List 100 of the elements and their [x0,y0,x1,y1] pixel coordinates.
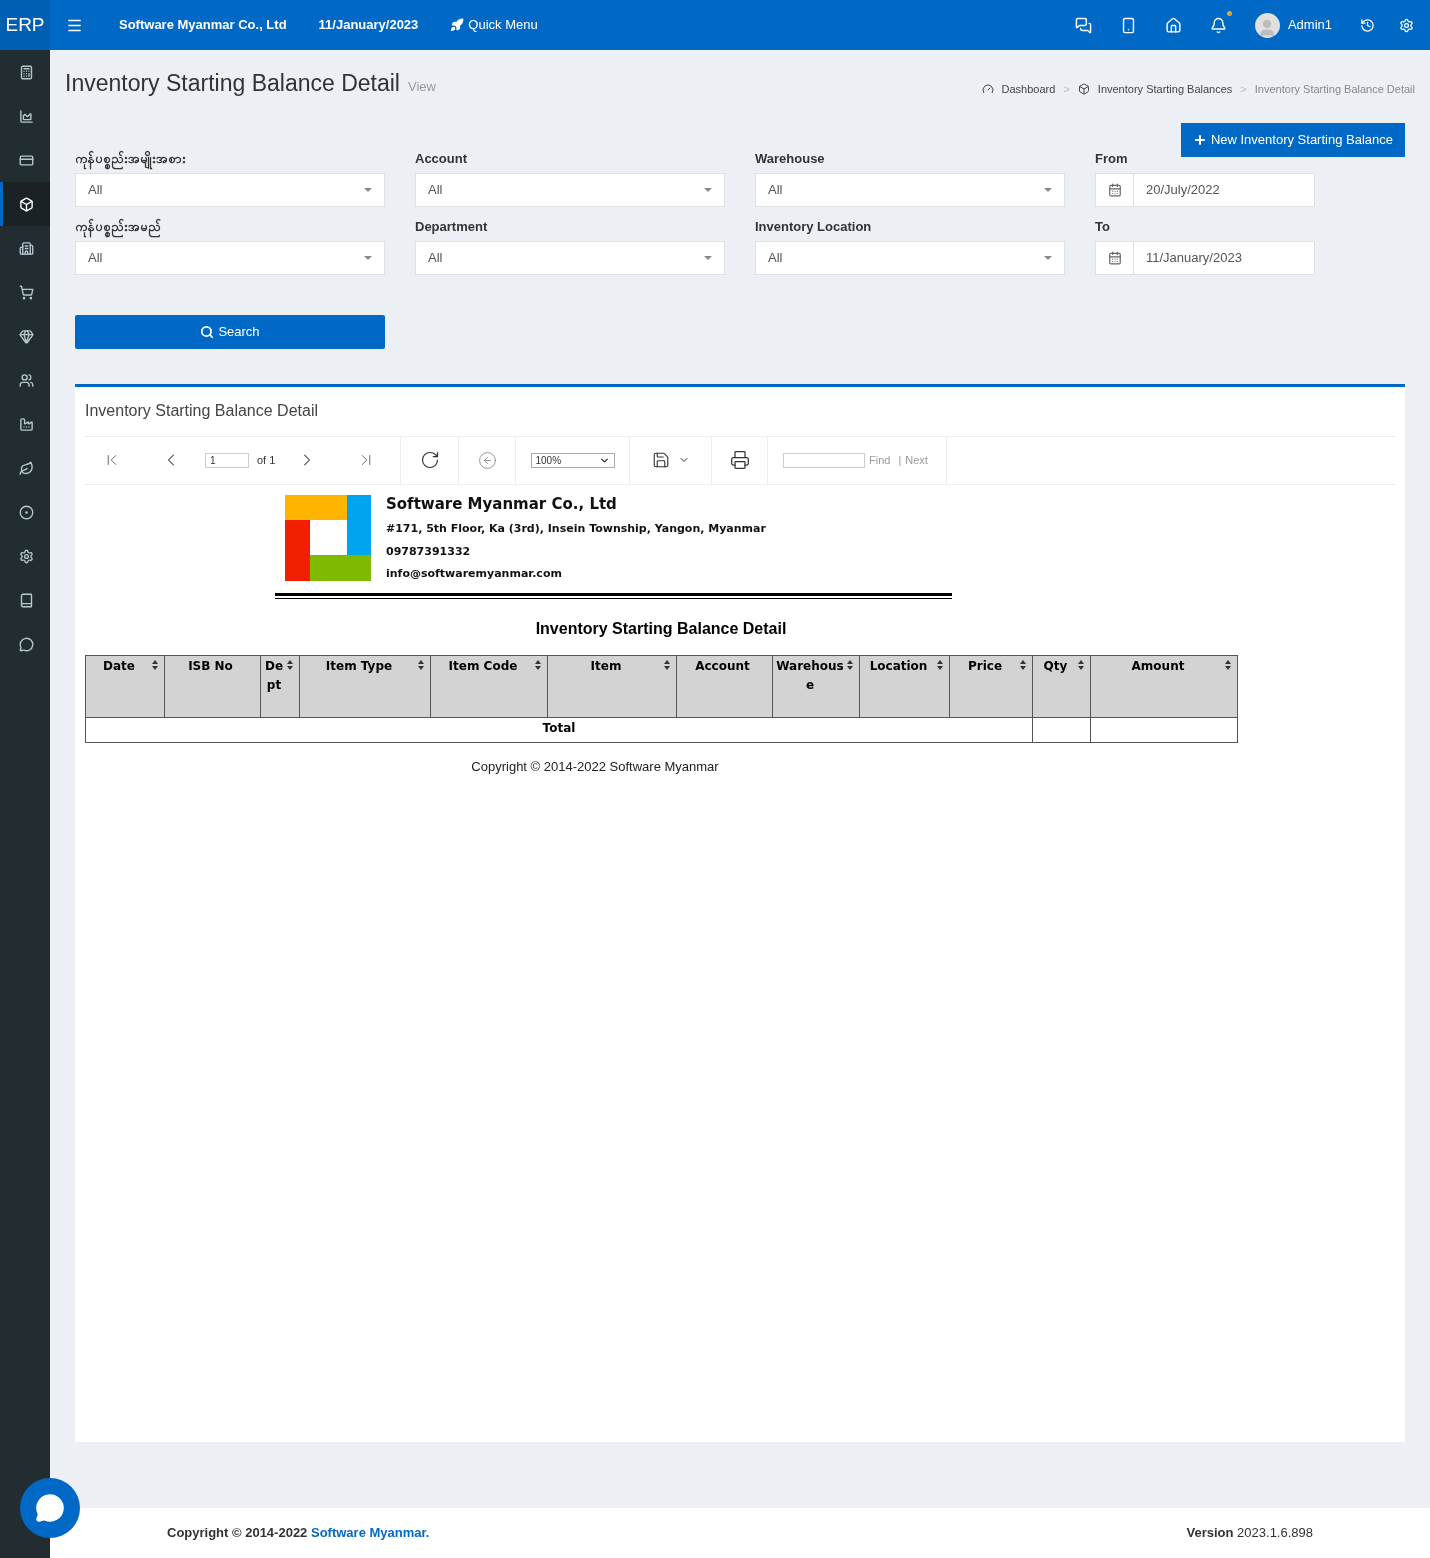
save-icon[interactable] [651,451,670,469]
refresh-icon[interactable] [419,450,440,470]
total-qty-cell [1032,717,1091,742]
leaf-icon [19,460,34,476]
card-icon [19,152,34,168]
filter-select[interactable]: All [75,240,385,275]
filter-label: Account [415,149,468,168]
page-title: Inventory Starting Balance Detail [65,69,400,98]
breadcrumb-item: Inventory Starting Balance Detail [1254,82,1415,97]
new-balance-button[interactable]: New Inventory Starting Balance [1180,122,1405,157]
box-icon [1077,83,1090,96]
calculator-icon [19,64,34,80]
rocket-icon [450,18,465,32]
caret-icon [704,187,712,192]
company-name: Software Myanmar Co., Ltd [119,16,287,35]
breadcrumb-item[interactable]: Dashboard [1001,81,1056,98]
filter-label: Department [415,217,489,236]
company-address: #171, 5th Floor, Ka (3rd), Insein Township, Yangon, Myanmar [386,521,766,537]
app-logo[interactable]: ERP [0,0,50,50]
settings-icon[interactable] [1399,17,1414,33]
company-email: info@softwaremyanmar.com [386,566,563,582]
column-header[interactable]: Item Code [430,655,548,717]
user-name[interactable]: Admin1 [1287,15,1332,35]
company-name: Software Myanmar Co., Ltd [386,493,618,515]
date-field[interactable]: 20/July/2022 [1095,172,1315,207]
sort-icon[interactable] [1225,659,1231,670]
back-icon[interactable] [477,450,497,470]
column-header[interactable]: Item [547,655,677,717]
factory-icon [19,416,34,432]
filter-select[interactable]: All [415,240,725,275]
chat-icon [19,636,34,652]
filter-select[interactable]: All [415,172,725,207]
area-chart-icon [19,108,34,124]
sidebar-item[interactable] [0,182,50,226]
avatar[interactable] [1254,12,1280,38]
sort-icon[interactable] [664,659,670,670]
filter-label: ကုန်ပစ္စည်းအမျိုးအစား [75,148,385,169]
sort-icon[interactable] [418,659,424,670]
page-count: of 1 [257,452,276,468]
sort-icon[interactable] [937,659,943,670]
calendar-icon [1107,250,1122,265]
box-icon [19,196,34,212]
filter-label: Warehouse [755,149,826,168]
column-header[interactable]: Date [85,655,165,717]
building-icon [19,240,34,256]
page-number-field[interactable]: 1 [205,452,249,468]
caret-icon [364,187,372,192]
filter-label: From [1095,149,1129,168]
column-header[interactable]: Price [949,655,1033,717]
quick-menu-link[interactable]: Quick Menu [450,15,538,35]
filter-label: To [1095,217,1111,236]
sort-icon[interactable] [535,659,541,670]
column-header[interactable]: Qty [1032,655,1091,717]
footer-copyright: Copyright © 2014-2022 Software Myanmar. [167,1524,430,1543]
panel-title: Inventory Starting Balance Detail [85,386,1395,437]
breadcrumb-item[interactable]: Inventory Starting Balances [1097,81,1233,98]
column-header[interactable]: Amount [1090,655,1238,717]
column-header: Account [676,655,773,717]
notification-icon[interactable] [1209,16,1227,34]
total-label: Total [85,717,1033,742]
filter-select[interactable]: All [755,172,1065,207]
filter-select[interactable]: All [755,240,1065,275]
print-icon[interactable] [729,450,750,470]
caret-icon [1044,187,1052,192]
zoom-select[interactable]: 100% [530,452,615,468]
history-icon[interactable] [1360,17,1375,33]
diamond-icon [19,328,34,344]
company-phone: 09787391332 [386,543,472,560]
sort-icon[interactable] [847,659,853,670]
date-field[interactable]: 11/January/2023 [1095,240,1315,275]
chat-icon[interactable] [1074,16,1092,34]
version-text: Version 2023.1.6.898 [1186,1524,1313,1543]
search-button[interactable]: Search [75,314,385,349]
sort-icon[interactable] [1020,659,1026,670]
plus-icon [1192,132,1207,147]
sort-icon[interactable] [152,659,158,670]
toolbar-separator: | [898,452,902,468]
sort-icon[interactable] [287,659,293,670]
column-header[interactable]: Dept [260,655,300,717]
column-header[interactable]: Location [859,655,950,717]
find-field[interactable] [783,452,865,468]
column-header[interactable]: Warehouse [772,655,860,717]
column-header[interactable]: Item Type [299,655,431,717]
sort-icon[interactable] [1078,659,1084,670]
caret-icon [704,255,712,260]
column-header: ISB No [164,655,261,717]
calendar-icon [1107,182,1122,197]
page-subtitle: View [407,78,436,96]
home-icon[interactable] [1164,16,1182,34]
breadcrumb-separator: > [1063,82,1070,97]
footer-link[interactable]: Software Myanmar. [311,1525,430,1541]
filter-select[interactable]: All [75,172,385,207]
users-icon [19,372,34,388]
current-date: 11/January/2023 [318,16,419,35]
filter-label: Inventory Location [755,217,873,236]
ball-icon [19,504,34,520]
cart-icon [19,284,34,300]
report-copyright: Copyright © 2014-2022 Software Myanmar [471,757,719,776]
report-title: Inventory Starting Balance Detail [535,618,787,639]
search-icon [200,324,215,339]
